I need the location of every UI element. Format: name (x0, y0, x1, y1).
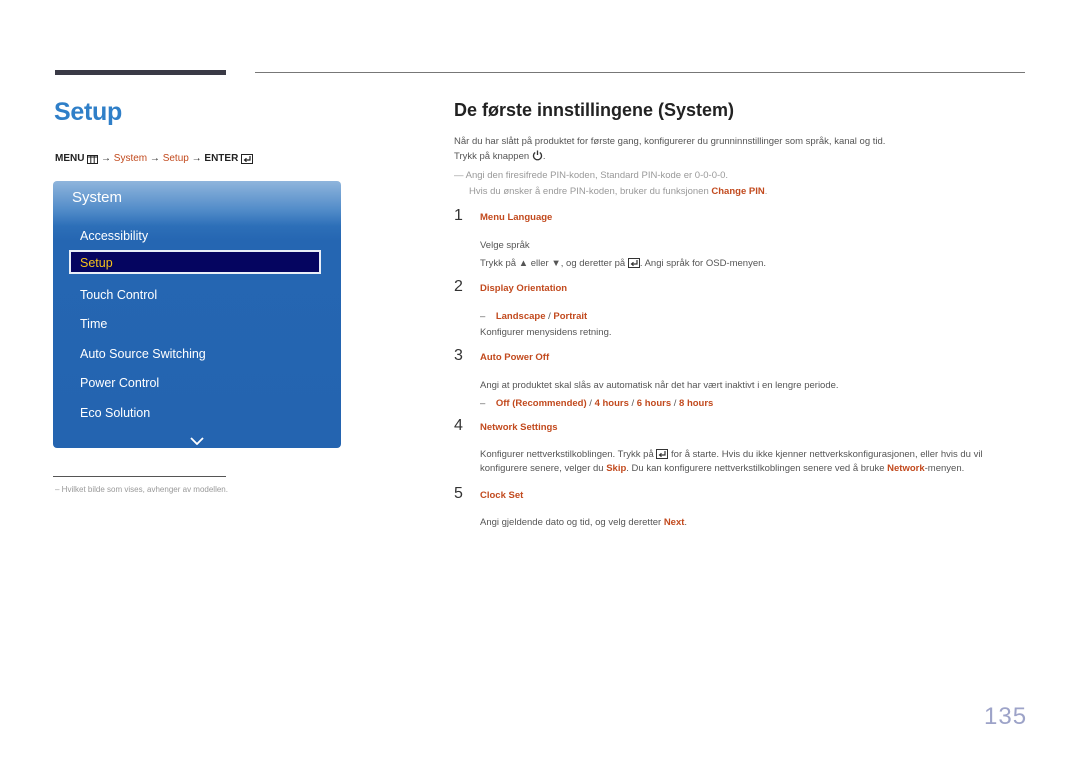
intro-line-2: Trykk på knappen . (454, 150, 546, 162)
text: eller (530, 258, 549, 269)
pin-note-line-2: Hvis du ønsker å endre PIN-koden, bruker… (469, 186, 768, 197)
option-portrait: Portrait (553, 311, 588, 322)
step-title-display-orientation: Display Orientation (480, 283, 568, 294)
chevron-down-icon[interactable] (190, 432, 204, 450)
enter-label: ENTER (204, 153, 239, 164)
option-landscape: Landscape (495, 311, 546, 322)
menu-label: MENU (55, 153, 85, 164)
text: . Du kan konfigurere nettverkstilkobling… (626, 463, 885, 474)
next-highlight: Next (663, 517, 685, 528)
step-4-line-1: Konfigurer nettverkstilkoblingen. Trykk … (480, 449, 983, 460)
step-title-network-settings: Network Settings (480, 422, 558, 433)
network-highlight: Network (887, 463, 925, 474)
text: -menyen. (924, 463, 965, 474)
step-title-auto-power-off: Auto Power Off (480, 352, 550, 363)
pin-note-line-1: — Angi den firesifrede PIN-koden, Standa… (454, 170, 728, 181)
step-2-options: – Landscape / Portrait (480, 311, 588, 322)
note-dash-icon: — (454, 170, 464, 181)
osd-item-auto-source-switching[interactable]: Auto Source Switching (80, 347, 206, 361)
option-4-hours: 4 hours (594, 398, 629, 409)
footnote: – Hvilket bilde som vises, avhenger av m… (55, 485, 228, 494)
intro-text: Trykk på knappen (454, 151, 530, 162)
skip-highlight: Skip (606, 463, 627, 474)
text: Trykk på (480, 258, 517, 269)
note-text: Angi den firesifrede PIN-koden, Standard… (465, 170, 729, 181)
arrow: → (191, 153, 202, 164)
breadcrumb-system: System (113, 153, 148, 164)
text: konfigurere senere, velger du (480, 463, 604, 474)
note-text: Hvis du ønsker å endre PIN-koden, bruker… (469, 186, 709, 197)
osd-item-power-control[interactable]: Power Control (80, 376, 159, 390)
footnote-rule (53, 476, 226, 477)
step-number: 1 (454, 207, 463, 224)
change-pin-highlight: Change PIN (711, 186, 765, 197)
menu-icon (87, 154, 99, 165)
arrow: → (149, 153, 160, 164)
menu-path-breadcrumb: MENU → System → Setup → ENTER (55, 153, 254, 165)
page-title: Setup (54, 98, 122, 126)
step-4-line-2: konfigurere senere, velger du Skip. Du k… (480, 463, 964, 474)
header-rule-thick (55, 70, 226, 75)
step-number: 5 (454, 485, 463, 502)
osd-system-menu: System Accessibility Setup Touch Control… (53, 181, 341, 448)
osd-item-time[interactable]: Time (80, 317, 107, 331)
text: , og deretter på (560, 258, 626, 269)
option-6-hours: 6 hours (636, 398, 672, 409)
step-number: 4 (454, 417, 463, 434)
down-triangle-icon: ▼ (551, 258, 561, 269)
step-title-clock-set: Clock Set (480, 490, 524, 501)
step-5-desc: Angi gjeldende dato og tid, og velg dere… (480, 517, 688, 528)
text: Angi gjeldende dato og tid, og velg dere… (480, 517, 662, 528)
osd-item-label: Setup (80, 256, 113, 270)
power-icon (532, 150, 543, 162)
page-number: 135 (984, 703, 1028, 730)
breadcrumb-setup: Setup (162, 153, 189, 164)
text: for å starte. Hvis du ikke kjenner nettv… (671, 449, 983, 460)
arrow: → (101, 153, 112, 164)
header-rule-thin (255, 72, 1025, 73)
step-2-desc: Konfigurer menysidens retning. (480, 327, 612, 338)
step-number: 2 (454, 278, 463, 295)
osd-item-eco-solution[interactable]: Eco Solution (80, 406, 150, 420)
step-1-line-1: Velge språk (480, 240, 530, 251)
text: . Angi språk for OSD-menyen. (639, 258, 767, 269)
step-1-line-2: Trykk på ▲ eller ▼, og deretter på . Ang… (480, 258, 766, 269)
text: Konfigurer nettverkstilkoblingen. Trykk … (480, 449, 654, 460)
step-number: 3 (454, 347, 463, 364)
intro-line-1: Når du har slått på produktet for første… (454, 136, 886, 147)
option-8-hours: 8 hours (679, 398, 714, 409)
enter-icon (627, 258, 640, 269)
step-title-menu-language: Menu Language (480, 212, 553, 223)
option-off-recommended: Off (Recommended) (495, 398, 587, 409)
enter-icon (656, 449, 669, 460)
section-title: De første innstillingene (System) (454, 100, 735, 120)
dash: – (480, 311, 494, 322)
footnote-text: Hvilket bilde som vises, avhenger av mod… (61, 485, 228, 494)
step-3-options: – Off (Recommended) / 4 hours / 6 hours … (480, 398, 714, 409)
up-triangle-icon: ▲ (518, 258, 529, 269)
step-3-desc: Angi at produktet skal slås av automatis… (480, 380, 839, 391)
enter-icon (241, 154, 254, 165)
osd-item-setup-selected[interactable]: Setup (69, 250, 321, 274)
osd-menu-title: System (72, 189, 123, 206)
osd-item-touch-control[interactable]: Touch Control (80, 288, 157, 302)
osd-item-accessibility[interactable]: Accessibility (80, 229, 148, 243)
dash: – (480, 398, 494, 409)
